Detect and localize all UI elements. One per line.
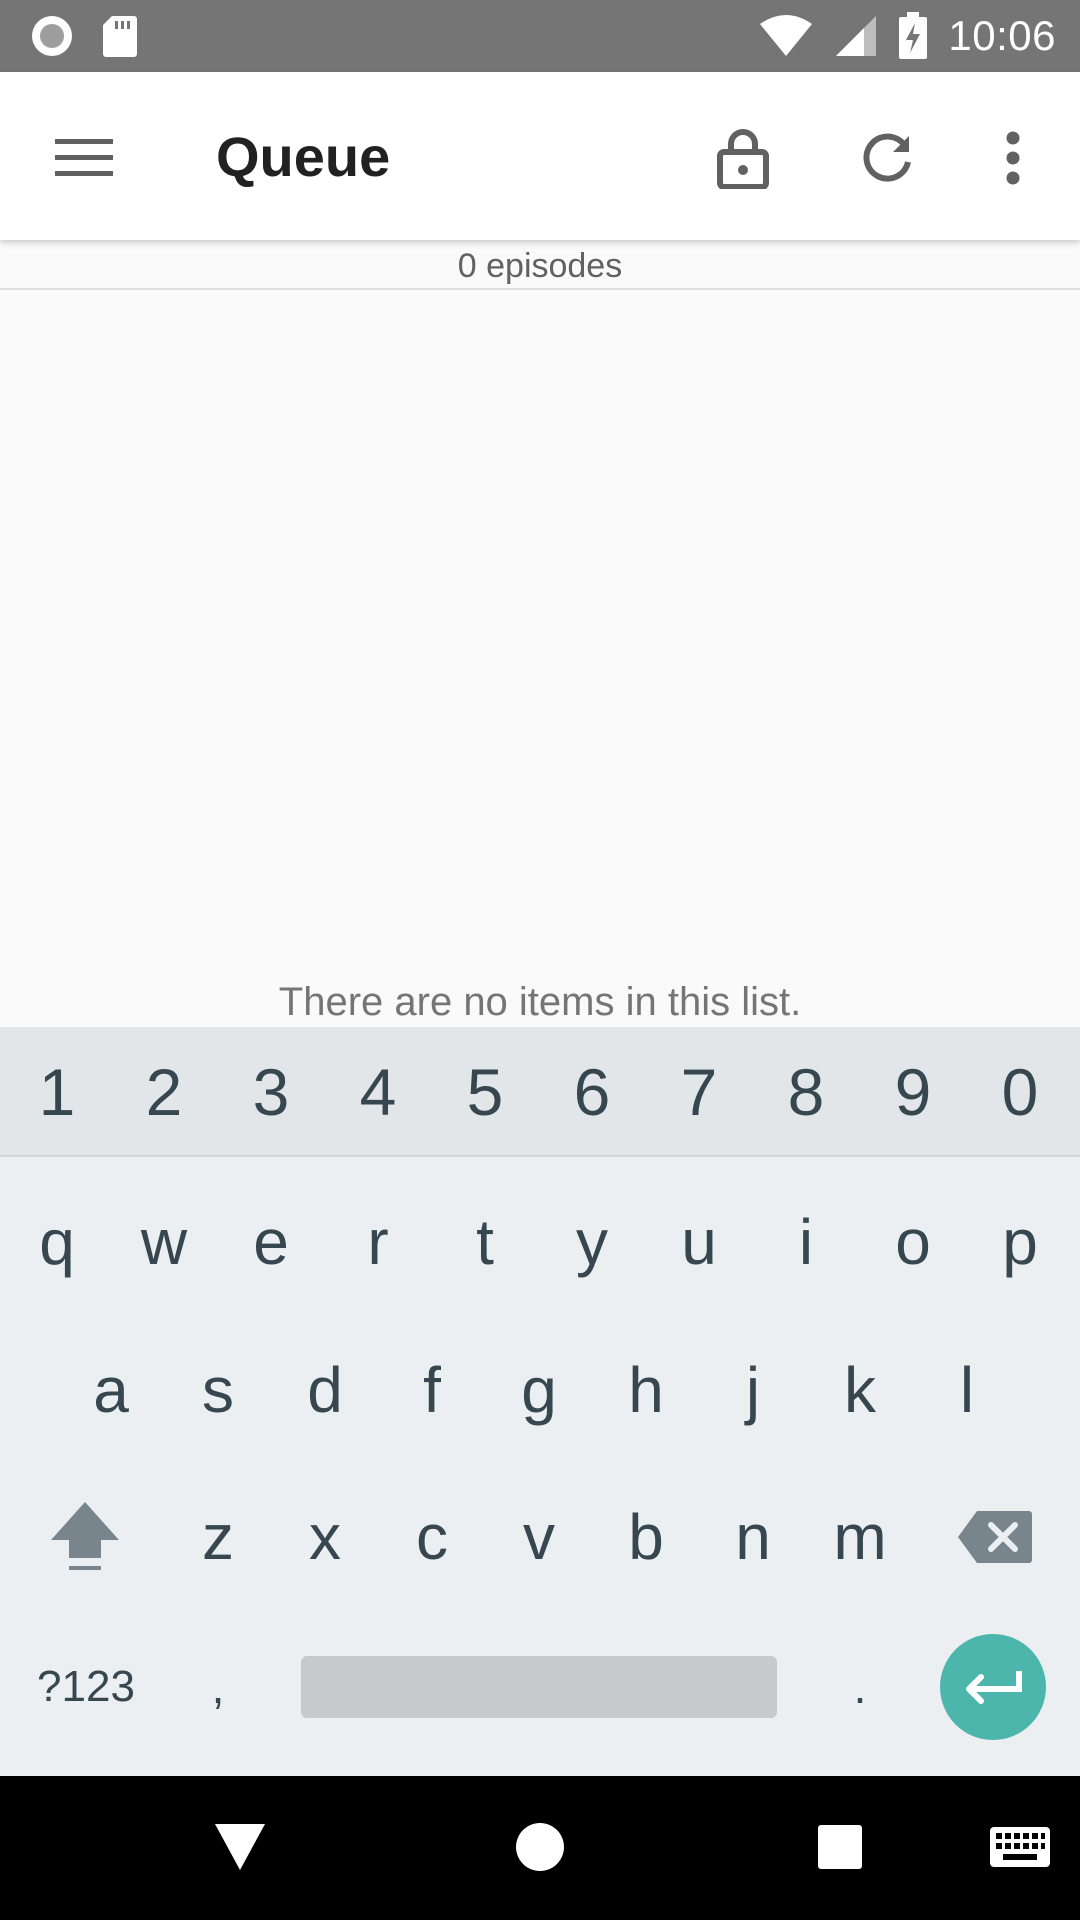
wifi-icon: [760, 15, 813, 56]
key-c[interactable]: c: [389, 1482, 475, 1592]
sd-card-icon: [103, 16, 137, 57]
key-m[interactable]: m: [817, 1482, 903, 1592]
key-w[interactable]: w: [121, 1187, 207, 1297]
key-g[interactable]: g: [496, 1335, 582, 1445]
space-bar[interactable]: [301, 1656, 777, 1718]
navigation-drawer-button[interactable]: [44, 122, 124, 192]
key-5[interactable]: 5: [442, 1039, 528, 1145]
key-p[interactable]: p: [977, 1187, 1063, 1297]
recents-icon: [818, 1825, 862, 1869]
status-clock: 10:06: [948, 12, 1056, 59]
key-o[interactable]: o: [870, 1187, 956, 1297]
key-r[interactable]: r: [335, 1187, 421, 1297]
key-u[interactable]: u: [656, 1187, 742, 1297]
key-8[interactable]: 8: [763, 1039, 849, 1145]
key-i[interactable]: i: [763, 1187, 849, 1297]
cell-signal-icon: [836, 16, 877, 56]
key-q[interactable]: q: [14, 1187, 100, 1297]
key-k[interactable]: k: [817, 1335, 903, 1445]
key-d[interactable]: d: [282, 1335, 368, 1445]
key-j[interactable]: j: [710, 1335, 796, 1445]
soft-keyboard: 1 2 3 4 5 6 7 8 9 0 q w e r t y u i o p …: [0, 1027, 1080, 1776]
key-e[interactable]: e: [228, 1187, 314, 1297]
system-navigation-bar: [0, 1776, 1080, 1920]
key-n[interactable]: n: [710, 1482, 796, 1592]
home-button[interactable]: [490, 1802, 590, 1892]
key-0[interactable]: 0: [977, 1039, 1063, 1145]
refresh-button[interactable]: [847, 118, 927, 198]
key-7[interactable]: 7: [656, 1039, 742, 1145]
enter-icon: [966, 1671, 1022, 1704]
number-row: 1 2 3 4 5 6 7 8 9 0: [0, 1027, 1080, 1157]
key-z[interactable]: z: [175, 1482, 261, 1592]
comma-key[interactable]: ,: [175, 1632, 261, 1742]
key-f[interactable]: f: [389, 1335, 475, 1445]
record-icon: [32, 16, 72, 56]
period-key[interactable]: .: [817, 1632, 903, 1742]
symbols-key[interactable]: ?123: [24, 1632, 148, 1742]
lock-queue-button[interactable]: [703, 118, 783, 198]
key-4[interactable]: 4: [335, 1039, 421, 1145]
menu-icon: [55, 139, 113, 176]
home-icon: [516, 1823, 564, 1871]
overflow-menu-button[interactable]: [973, 118, 1053, 198]
app-toolbar: Queue: [0, 72, 1080, 240]
more-vert-icon: [1006, 131, 1020, 185]
key-2[interactable]: 2: [121, 1039, 207, 1145]
keyboard-icon: [990, 1827, 1050, 1867]
recents-button[interactable]: [790, 1802, 890, 1892]
page-title: Queue: [216, 125, 391, 188]
key-3[interactable]: 3: [228, 1039, 314, 1145]
backspace-icon: [958, 1511, 1032, 1563]
enter-key[interactable]: [940, 1634, 1046, 1740]
shift-key[interactable]: [40, 1482, 130, 1592]
shift-icon: [51, 1502, 119, 1570]
key-v[interactable]: v: [496, 1482, 582, 1592]
backspace-key[interactable]: [950, 1482, 1040, 1592]
battery-charging-icon: [899, 12, 928, 59]
key-t[interactable]: t: [442, 1187, 528, 1297]
key-h[interactable]: h: [603, 1335, 689, 1445]
back-button[interactable]: [190, 1802, 290, 1892]
status-bar: 10:06: [0, 0, 1080, 72]
key-x[interactable]: x: [282, 1482, 368, 1592]
keyboard-switch-button[interactable]: [970, 1802, 1070, 1892]
key-y[interactable]: y: [549, 1187, 635, 1297]
refresh-icon: [863, 133, 911, 182]
lock-icon: [717, 129, 769, 189]
episode-count: 0 episodes: [0, 240, 1080, 290]
key-a[interactable]: a: [68, 1335, 154, 1445]
back-icon: [215, 1824, 265, 1870]
empty-list-message: There are no items in this list.: [278, 980, 802, 1024]
key-s[interactable]: s: [175, 1335, 261, 1445]
key-9[interactable]: 9: [870, 1039, 956, 1145]
key-l[interactable]: l: [924, 1335, 1010, 1445]
key-b[interactable]: b: [603, 1482, 689, 1592]
key-6[interactable]: 6: [549, 1039, 635, 1145]
key-1[interactable]: 1: [14, 1039, 100, 1145]
